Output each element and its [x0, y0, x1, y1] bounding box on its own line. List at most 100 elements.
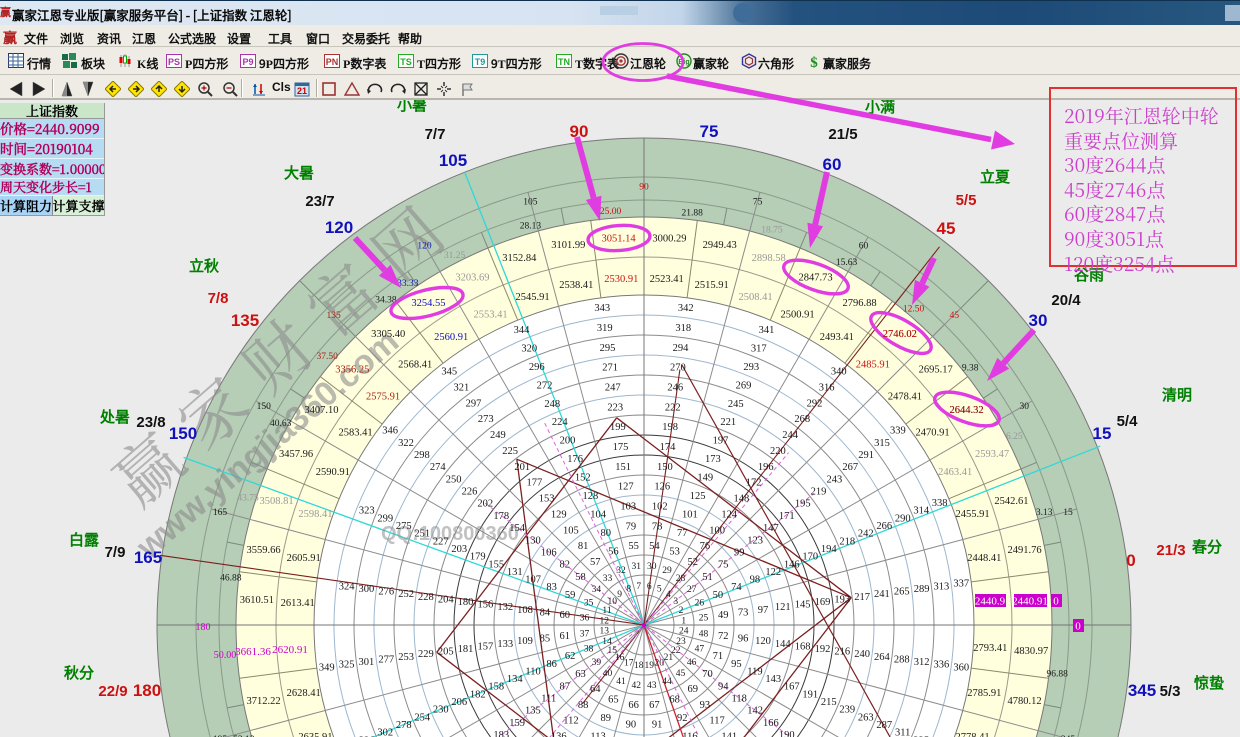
svg-text:252: 252	[398, 589, 414, 600]
svg-text:27: 27	[687, 585, 697, 595]
svg-text:142: 142	[747, 706, 763, 717]
svg-text:203: 203	[451, 544, 467, 555]
svg-text:45: 45	[676, 669, 686, 679]
svg-text:2545.91: 2545.91	[515, 292, 549, 303]
svg-text:54: 54	[649, 541, 660, 552]
svg-text:270: 270	[670, 363, 686, 374]
svg-text:229: 229	[418, 649, 434, 660]
svg-text:60: 60	[559, 610, 570, 621]
svg-text:181: 181	[458, 644, 474, 655]
svg-text:117: 117	[709, 716, 724, 727]
svg-text:21/3: 21/3	[1156, 542, 1185, 559]
svg-text:2568.41: 2568.41	[398, 360, 432, 371]
svg-text:P9: P9	[242, 57, 253, 67]
svg-text:166: 166	[763, 718, 779, 729]
svg-text:190: 190	[779, 730, 795, 737]
svg-text:秋分: 秋分	[64, 662, 94, 683]
svg-text:2542.61: 2542.61	[994, 496, 1028, 507]
svg-text:239: 239	[839, 705, 855, 716]
svg-text:2463.41: 2463.41	[938, 467, 972, 478]
svg-text:337: 337	[953, 579, 969, 590]
svg-text:2590.91: 2590.91	[316, 467, 350, 478]
svg-text:5/5: 5/5	[956, 192, 977, 209]
svg-text:6: 6	[647, 582, 652, 592]
svg-text:173: 173	[705, 454, 721, 465]
svg-text:278: 278	[396, 720, 412, 731]
svg-text:70: 70	[702, 669, 713, 680]
svg-text:105: 105	[439, 151, 467, 170]
svg-text:67: 67	[649, 700, 660, 711]
svg-text:295: 295	[600, 343, 616, 354]
svg-text:87: 87	[559, 681, 570, 692]
svg-text:46: 46	[687, 658, 697, 668]
svg-text:125: 125	[690, 491, 706, 502]
svg-text:39: 39	[592, 658, 602, 668]
svg-text:31.25: 31.25	[444, 251, 466, 261]
svg-text:204: 204	[438, 594, 455, 605]
svg-text:50.00: 50.00	[214, 650, 237, 661]
svg-text:225: 225	[502, 446, 518, 457]
svg-text:313: 313	[934, 581, 950, 592]
svg-text:55: 55	[628, 541, 639, 552]
svg-text:254: 254	[414, 712, 431, 723]
svg-text:3051.14: 3051.14	[602, 233, 637, 244]
svg-text:157: 157	[478, 641, 494, 652]
svg-text:35: 35	[584, 599, 594, 609]
svg-text:323: 323	[359, 506, 375, 517]
svg-text:299: 299	[377, 513, 393, 524]
svg-text:152: 152	[575, 473, 591, 484]
svg-text:144: 144	[775, 639, 792, 650]
svg-text:9.38: 9.38	[962, 363, 979, 373]
svg-text:179: 179	[470, 552, 486, 563]
svg-text:2470.91: 2470.91	[915, 428, 949, 439]
svg-text:T9: T9	[475, 57, 486, 67]
svg-text:271: 271	[602, 363, 618, 374]
svg-text:50: 50	[713, 590, 724, 601]
svg-text:272: 272	[537, 380, 553, 391]
svg-text:248: 248	[544, 399, 560, 410]
svg-text:116: 116	[682, 731, 697, 737]
svg-text:150: 150	[257, 402, 272, 412]
svg-text:314: 314	[913, 506, 930, 517]
svg-text:240: 240	[854, 649, 870, 660]
svg-text:2448.41: 2448.41	[967, 553, 1001, 564]
svg-text:103: 103	[620, 502, 636, 513]
svg-text:75: 75	[718, 560, 729, 571]
svg-text:294: 294	[673, 343, 690, 354]
svg-text:147: 147	[763, 523, 779, 534]
svg-text:120: 120	[325, 218, 353, 237]
svg-text:165: 165	[213, 508, 228, 518]
svg-text:101: 101	[682, 510, 698, 521]
svg-text:45: 45	[937, 219, 956, 238]
svg-text:74: 74	[731, 582, 742, 593]
svg-text:40.63: 40.63	[270, 419, 292, 429]
svg-text:291: 291	[858, 450, 874, 461]
svg-text:343: 343	[594, 303, 610, 314]
svg-text:113: 113	[590, 731, 605, 737]
svg-text:71: 71	[713, 651, 724, 662]
svg-text:7/9: 7/9	[105, 544, 126, 561]
svg-text:131: 131	[507, 567, 523, 578]
svg-text:105: 105	[563, 525, 579, 536]
svg-text:24: 24	[679, 627, 689, 637]
svg-text:37: 37	[580, 629, 590, 639]
svg-text:165: 165	[134, 548, 162, 567]
svg-text:275: 275	[396, 521, 412, 532]
svg-text:清明: 清明	[1162, 384, 1192, 405]
svg-text:230: 230	[433, 705, 449, 716]
svg-text:59: 59	[565, 590, 576, 601]
svg-text:51: 51	[702, 572, 713, 583]
svg-text:30: 30	[647, 562, 657, 572]
svg-text:325: 325	[339, 660, 355, 671]
svg-text:49: 49	[718, 610, 729, 621]
svg-text:2695.17: 2695.17	[919, 365, 953, 376]
svg-text:200: 200	[560, 436, 576, 447]
svg-text:18: 18	[634, 661, 644, 671]
svg-text:177: 177	[527, 478, 543, 489]
svg-text:172: 172	[746, 478, 762, 489]
svg-text:2746.02: 2746.02	[883, 329, 917, 340]
svg-text:$: $	[810, 55, 818, 69]
svg-text:341: 341	[759, 325, 775, 336]
svg-text:159: 159	[509, 718, 525, 729]
svg-text:23: 23	[676, 637, 686, 647]
